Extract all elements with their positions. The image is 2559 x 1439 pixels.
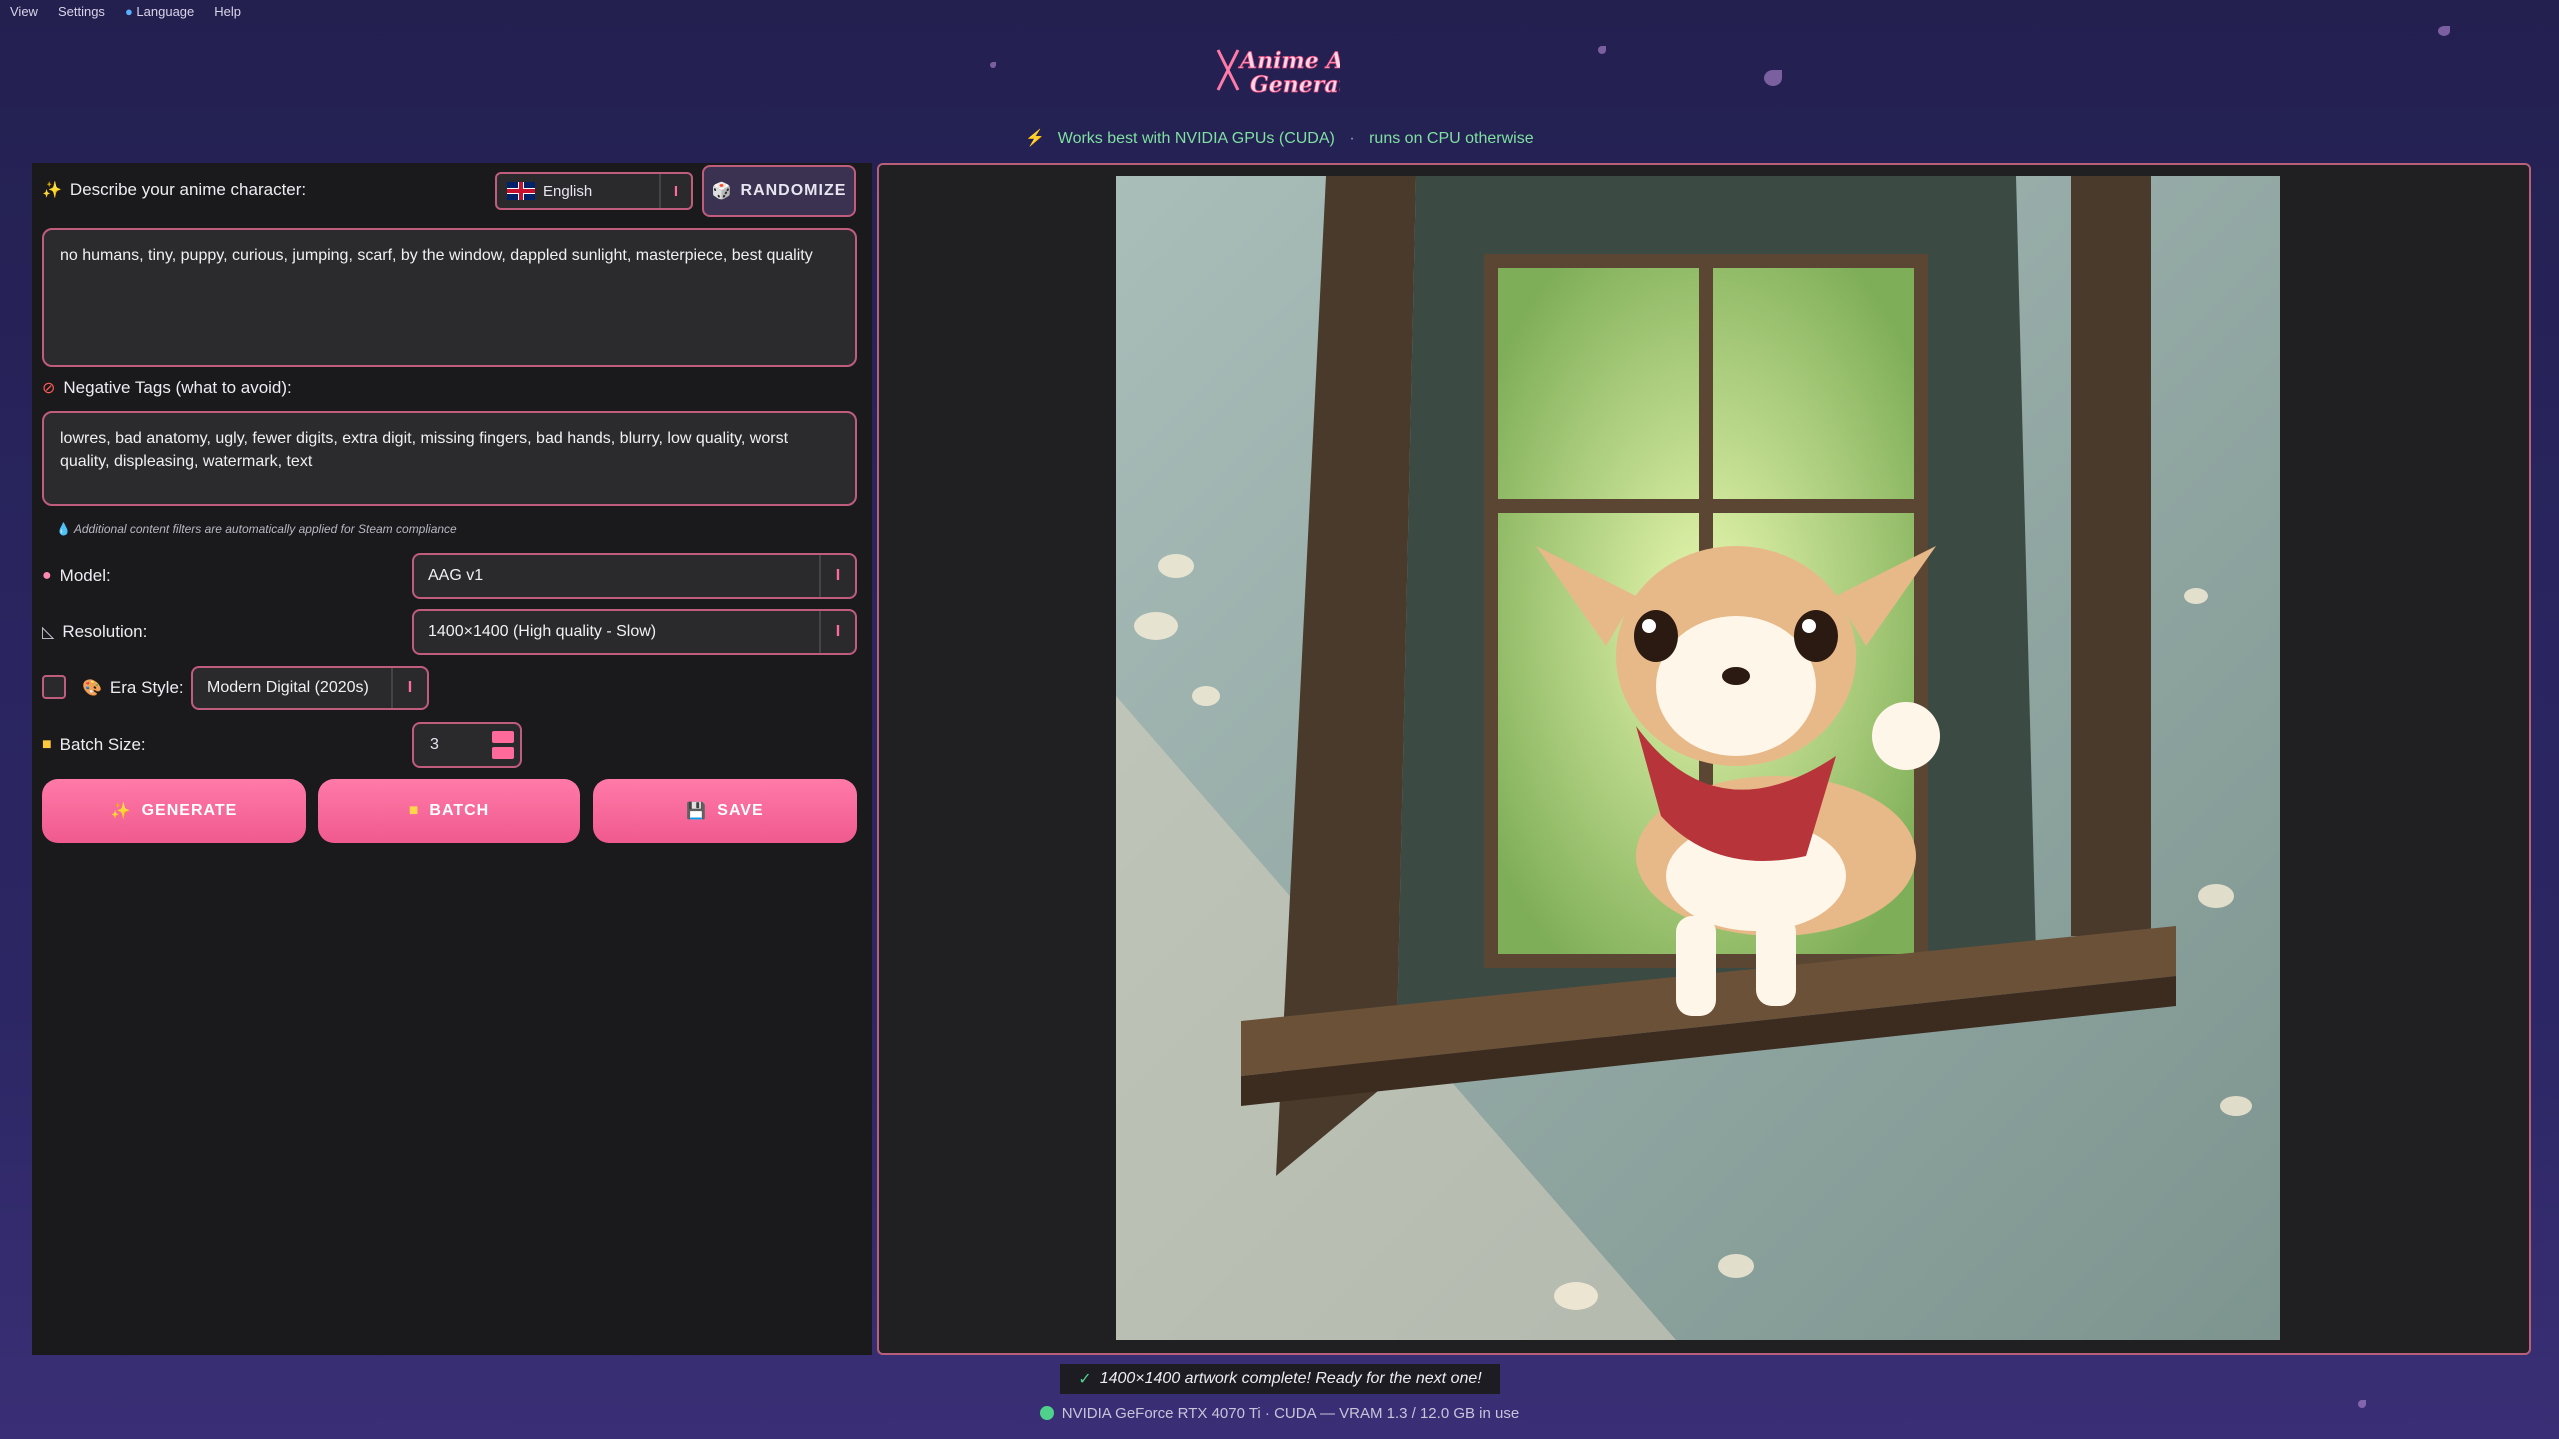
petal-decoration	[1764, 70, 1782, 86]
model-select[interactable]: AAG v1 I	[412, 553, 857, 599]
dice-icon: 🎲	[711, 183, 733, 200]
batch-label-row: ■ Batch Size:	[42, 735, 146, 755]
menu-help[interactable]: Help	[214, 4, 241, 19]
status-dot-icon	[1039, 1406, 1054, 1420]
gpu-notice: ⚡ Works best with NVIDIA GPUs (CUDA) · r…	[0, 128, 2559, 148]
era-style-checkbox[interactable]	[42, 675, 66, 699]
menu-view[interactable]: View	[10, 4, 38, 19]
status-text: 1400×1400 artwork complete! Ready for th…	[1099, 1370, 1482, 1387]
sparkles-icon: ✨	[110, 803, 132, 820]
chevron-down-icon: I	[819, 611, 855, 653]
language-select[interactable]: English I	[495, 172, 693, 210]
batch-size-stepper[interactable]: 3	[412, 722, 522, 768]
logo-text-bottom: Generator	[1250, 72, 1340, 98]
globe-icon: ●	[124, 3, 133, 19]
resolution-value: 1400×1400 (High quality - Slow)	[428, 623, 657, 640]
model-label-row: ● Model:	[42, 566, 111, 586]
generated-artwork[interactable]	[1116, 176, 2280, 1340]
model-value: AAG v1	[428, 567, 484, 584]
negative-label-row: ⊘ Negative Tags (what to avoid):	[42, 378, 292, 398]
batch-label: Batch Size:	[59, 735, 146, 754]
model-label: Model:	[59, 566, 111, 585]
gpu-status-text: NVIDIA GeForce RTX 4070 Ti · CUDA — VRAM…	[1061, 1405, 1520, 1422]
negative-label: Negative Tags (what to avoid):	[63, 378, 292, 397]
prohibited-icon: ⊘	[42, 380, 56, 397]
batch-size-value: 3	[430, 736, 439, 753]
lightning-icon: ⚡	[1025, 130, 1046, 147]
compliance-note: 💧 Additional content filters are automat…	[56, 522, 457, 536]
gpu-status: NVIDIA GeForce RTX 4070 Ti · CUDA — VRAM…	[0, 1405, 2559, 1422]
menu-settings[interactable]: Settings	[58, 4, 105, 19]
randomize-button[interactable]: 🎲 RANDOMIZE	[702, 165, 856, 217]
logo-text-top: Anime Art	[1238, 48, 1340, 74]
check-icon: ✓	[1078, 1371, 1092, 1388]
info-drop-icon: 💧	[56, 522, 71, 536]
app-logo: Anime Art Generator	[1216, 48, 1340, 98]
chevron-down-icon: I	[819, 555, 855, 597]
batch-button-label: BATCH	[429, 802, 490, 819]
save-label: SAVE	[717, 802, 764, 819]
notice-right: runs on CPU otherwise	[1369, 130, 1534, 147]
status-message: ✓ 1400×1400 artwork complete! Ready for …	[1060, 1364, 1500, 1394]
artwork-illustration	[1116, 176, 2280, 1340]
chevron-down-icon: I	[391, 668, 427, 708]
folder-icon: ■	[408, 802, 420, 819]
petal-decoration	[2438, 26, 2450, 36]
menu-language[interactable]: ● Language	[125, 4, 194, 19]
menu-bar: View Settings ● Language Help	[0, 0, 241, 22]
era-label: Era Style:	[109, 678, 184, 697]
notice-left: Works best with NVIDIA GPUs (CUDA)	[1057, 130, 1335, 147]
sparkles-icon: ✨	[42, 182, 62, 199]
palette-icon: 🎨	[82, 680, 102, 697]
era-value: Modern Digital (2020s)	[207, 679, 369, 696]
increment-button[interactable]	[492, 731, 514, 743]
prompt-label: Describe your anime character:	[69, 180, 307, 199]
era-label-row: 🎨 Era Style:	[82, 678, 184, 698]
resolution-label-row: ◺ Resolution:	[42, 622, 147, 642]
negative-input[interactable]: lowres, bad anatomy, ugly, fewer digits,…	[42, 411, 857, 506]
floppy-icon: 💾	[686, 803, 708, 820]
language-value: English	[543, 182, 593, 200]
folder-icon: ■	[42, 736, 52, 753]
chevron-down-icon: I	[659, 174, 691, 208]
generate-button[interactable]: ✨ GENERATE	[42, 779, 306, 843]
menu-language-label: Language	[136, 3, 195, 19]
petal-decoration	[990, 62, 996, 68]
randomize-label: RANDOMIZE	[740, 182, 847, 199]
prompt-input[interactable]: no humans, tiny, puppy, curious, jumping…	[42, 228, 857, 367]
compliance-text: Additional content filters are automatic…	[73, 522, 457, 536]
decrement-button[interactable]	[492, 747, 514, 759]
resolution-label: Resolution:	[62, 622, 148, 641]
petal-decoration	[1598, 46, 1606, 54]
generate-label: GENERATE	[141, 802, 238, 819]
prompt-label-row: ✨ Describe your anime character:	[42, 180, 306, 200]
era-style-select[interactable]: Modern Digital (2020s) I	[191, 666, 429, 710]
brain-icon: ●	[42, 567, 52, 584]
ruler-icon: ◺	[42, 624, 55, 641]
resolution-select[interactable]: 1400×1400 (High quality - Slow) I	[412, 609, 857, 655]
uk-flag-icon	[507, 182, 535, 200]
save-button[interactable]: 💾 SAVE	[593, 779, 857, 843]
notice-separator: ·	[1349, 130, 1355, 147]
batch-button[interactable]: ■ BATCH	[318, 779, 580, 843]
